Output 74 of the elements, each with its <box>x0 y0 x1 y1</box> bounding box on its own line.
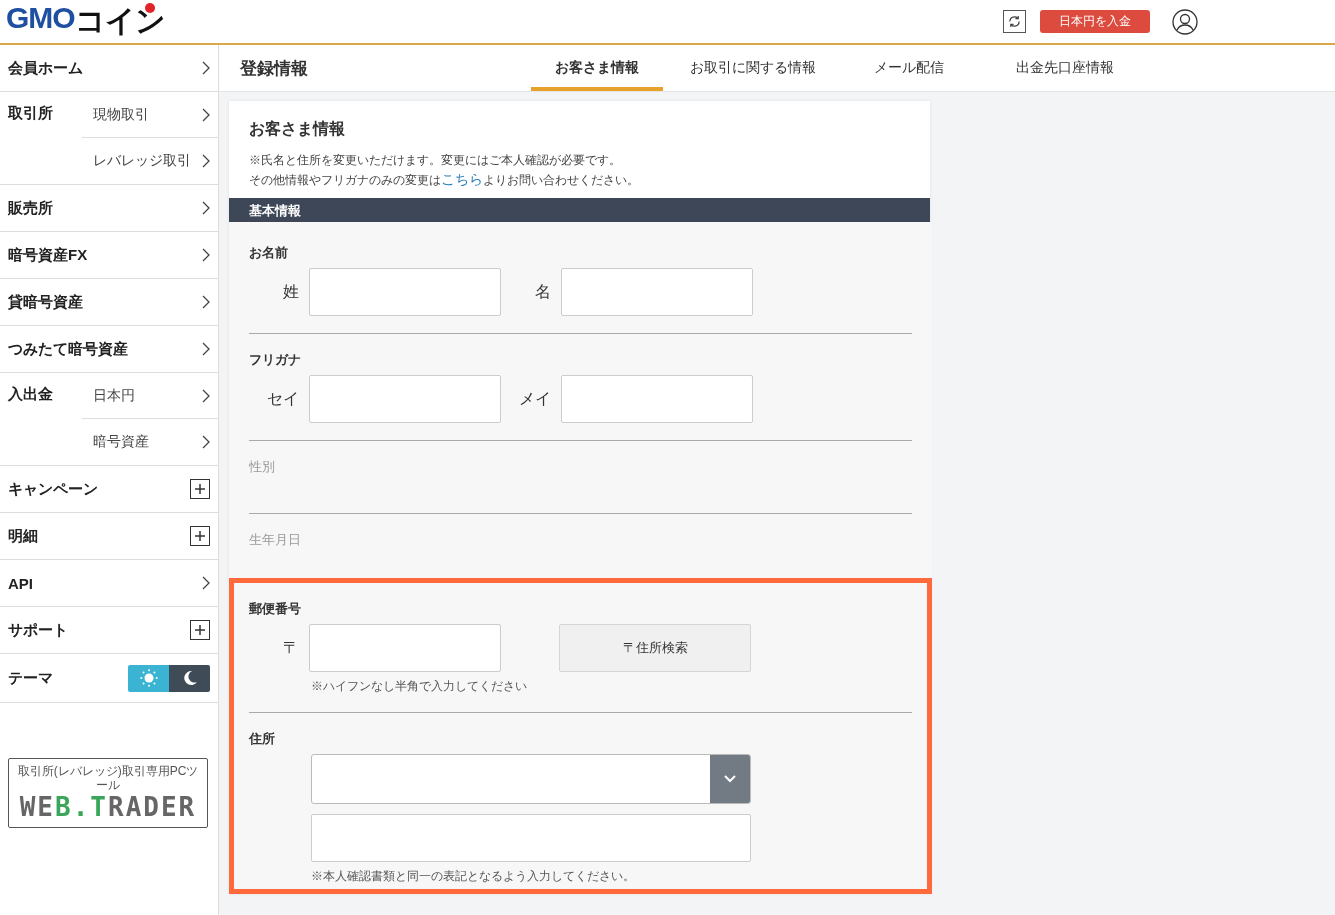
refresh-button[interactable] <box>1003 10 1026 33</box>
page-title: 登録情報 <box>239 57 309 80</box>
sun-icon <box>139 669 158 687</box>
web-trader-banner[interactable]: 取引所(レバレッジ)取引専用PCツール WEB.TRADER <box>8 758 208 829</box>
logo-text: B.T <box>55 792 108 824</box>
sidebar-item[interactable]: 貸暗号資産 <box>0 279 218 325</box>
field-label: 生年月日 <box>249 531 302 549</box>
chevron-right-icon <box>202 388 210 403</box>
tab[interactable]: 出金先口座情報 <box>987 45 1143 91</box>
sidebar-item[interactable]: キャンペーン <box>0 466 218 512</box>
section-header: 基本情報 <box>229 198 930 222</box>
field-label: 住所 <box>249 730 276 748</box>
sidebar-item[interactable]: つみたて暗号資産 <box>0 326 218 372</box>
sidebar-item[interactable]: 会員ホーム <box>0 45 218 91</box>
note-text: その他情報やフリガナのみの変更は こちら よりお問い合わせください。 <box>249 170 640 189</box>
chevron-right-icon <box>202 201 210 215</box>
tab[interactable]: お客さま情報 <box>519 45 675 91</box>
chevron-right-icon <box>202 342 210 356</box>
logo-text: RADER <box>108 792 197 824</box>
hint-text: ※本人確認書類と同一の表記となるよう入力してください。 <box>311 868 636 885</box>
logo[interactable]: GMOコイン <box>6 1 165 42</box>
sidebar-subitem[interactable]: 暗号資産 <box>82 419 218 465</box>
input-label: メイ <box>518 388 552 409</box>
sidebar-subitem[interactable]: 日本円 <box>82 373 218 419</box>
refresh-icon <box>1008 15 1021 28</box>
logo-text: WE <box>19 792 56 824</box>
input-field[interactable] <box>561 268 753 316</box>
chevron-down-icon <box>724 775 736 783</box>
plus-icon <box>190 526 210 546</box>
sidebar-subitem[interactable]: レバレッジ取引 <box>82 138 218 184</box>
deposit-button[interactable]: 日本円を入金 <box>1040 10 1150 33</box>
theme-label: テーマ <box>8 668 53 688</box>
sidebar-item[interactable]: サポート <box>0 607 218 653</box>
chevron-right-icon <box>202 154 210 168</box>
hint-text: ※ハイフンなし半角で入力してください <box>311 678 528 695</box>
input-label: 姓 <box>282 281 300 302</box>
chevron-right-icon <box>202 61 210 75</box>
tab[interactable]: お取引に関する情報 <box>675 45 831 91</box>
moon-icon <box>181 670 198 686</box>
sidebar-item[interactable]: 販売所 <box>0 185 218 231</box>
contact-link[interactable]: こちら <box>441 171 483 187</box>
chevron-right-icon <box>202 435 210 449</box>
field-label: 性別 <box>249 458 276 476</box>
chevron-right-icon <box>202 248 210 262</box>
postal-code-field[interactable] <box>309 624 501 672</box>
sidebar-item[interactable]: API <box>0 560 218 606</box>
chevron-right-icon <box>202 107 210 122</box>
banner-caption: 取引所(レバレッジ)取引専用PCツール <box>16 764 200 792</box>
chevron-right-icon <box>202 576 210 590</box>
note-text: ※氏名と住所を変更いただけます。変更にはご本人確認が必要です。 <box>249 152 622 169</box>
input-field[interactable] <box>309 268 501 316</box>
sidebar-group-label: 入出金 <box>7 384 54 404</box>
dark-theme-button[interactable] <box>169 664 210 692</box>
postal-mark: 〒 <box>282 637 300 658</box>
field-label: 郵便番号 <box>249 600 302 618</box>
tab[interactable]: メール配信 <box>831 45 987 91</box>
plus-icon <box>190 479 210 499</box>
sidebar-item[interactable]: 暗号資産FX <box>0 232 218 278</box>
input-label: セイ <box>266 388 300 409</box>
prefecture-select[interactable] <box>311 754 751 804</box>
chevron-right-icon <box>202 295 210 309</box>
input-label: 名 <box>534 281 552 302</box>
sidebar-subitem[interactable]: 現物取引 <box>82 92 218 138</box>
input-field[interactable] <box>561 375 753 423</box>
sidebar-item[interactable]: 明細 <box>0 513 218 559</box>
field-label: フリガナ <box>249 351 302 369</box>
input-field[interactable] <box>309 375 501 423</box>
user-icon[interactable] <box>1172 8 1198 35</box>
plus-icon <box>190 620 210 640</box>
sidebar-group-label: 取引所 <box>7 103 54 123</box>
card-title: お客さま情報 <box>249 119 346 139</box>
address-search-button[interactable]: 〒住所検索 <box>559 624 751 672</box>
address-field[interactable] <box>311 814 751 862</box>
field-label: お名前 <box>249 244 289 262</box>
